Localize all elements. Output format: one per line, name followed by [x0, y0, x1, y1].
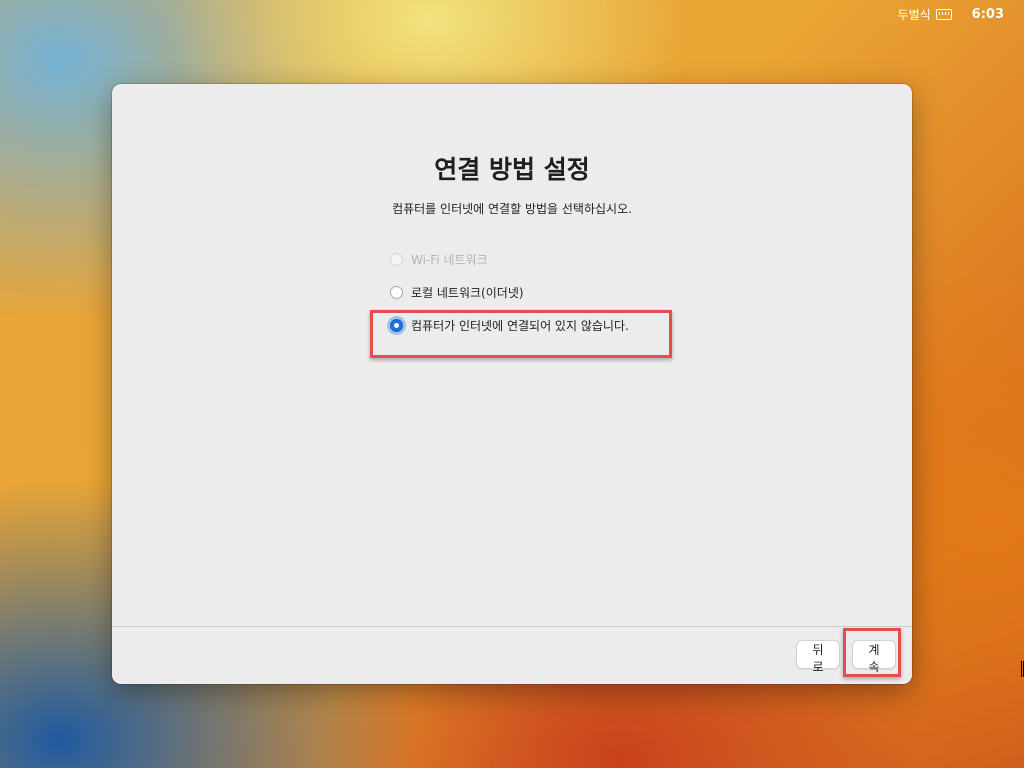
option-local-network[interactable]: 로컬 네트워크(이더넷) [390, 283, 629, 302]
wifi-radio-button[interactable] [390, 253, 403, 266]
option-label: Wi-Fi 네트워크 [411, 253, 488, 267]
input-source-label: 두벌식 [897, 7, 931, 22]
not-connected-radio-button[interactable] [390, 319, 403, 332]
option-wifi-network[interactable]: Wi-Fi 네트워크 [390, 250, 629, 269]
page-subtitle: 컴퓨터를 인터넷에 연결할 방법을 선택하십시오. [392, 202, 632, 216]
desktop-wallpaper: 두벌식 6:03 연결 방법 설정 컴퓨터를 인터넷에 연결할 방법을 선택하십… [0, 0, 1024, 768]
option-label: 컴퓨터가 인터넷에 연결되어 있지 않습니다. [411, 319, 629, 333]
menu-bar: 두벌식 6:03 [0, 0, 1024, 28]
option-label: 로컬 네트워크(이더넷) [411, 286, 524, 300]
setup-assistant-window: 연결 방법 설정 컴퓨터를 인터넷에 연결할 방법을 선택하십시오. Wi-Fi… [112, 84, 912, 684]
back-button[interactable]: 뒤로 [796, 640, 840, 674]
keyboard-icon [935, 8, 952, 20]
page-title: 연결 방법 설정 [434, 155, 590, 184]
ethernet-radio-button[interactable] [390, 286, 403, 299]
menubar-clock[interactable]: 6:03 [972, 7, 1004, 22]
footer-divider [112, 626, 912, 627]
continue-button[interactable]: 계속 [852, 640, 896, 674]
input-source-menu[interactable]: 두벌식 [898, 6, 952, 23]
option-not-connected[interactable]: 컴퓨터가 인터넷에 연결되어 있지 않습니다. [390, 316, 629, 335]
connection-options: Wi-Fi 네트워크 로컬 네트워크(이더넷) 컴퓨터가 인터넷에 연결되어 있… [390, 250, 629, 349]
